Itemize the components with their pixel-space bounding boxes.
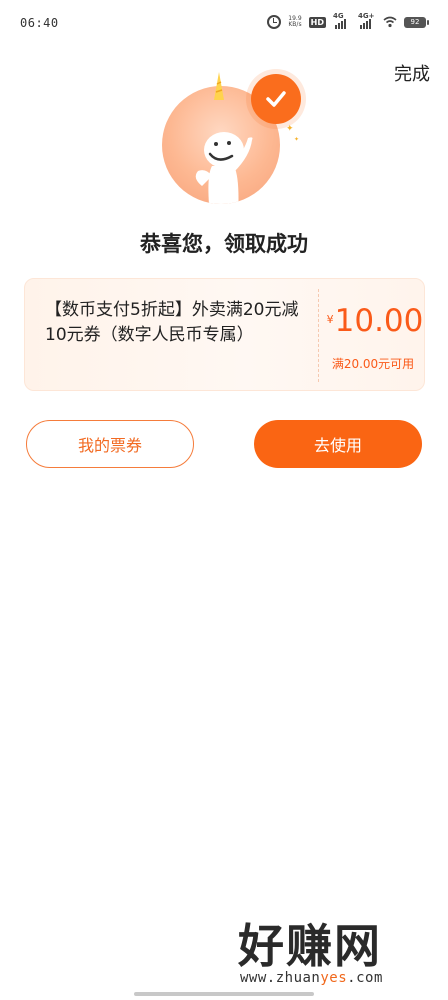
watermark-url-prefix: www.zhuan: [240, 970, 321, 986]
sparkle-icon: ✦: [294, 136, 300, 143]
currency-symbol: ¥: [326, 313, 334, 326]
unicorn-horn-icon: [214, 72, 224, 100]
coupon-divider: [318, 289, 319, 382]
check-icon: [266, 91, 286, 107]
status-time: 06:40: [20, 16, 59, 30]
success-title: 恭喜您，领取成功: [140, 232, 308, 256]
check-badge: [251, 74, 301, 124]
battery-icon: 92: [404, 16, 429, 28]
done-button[interactable]: 完成: [394, 60, 430, 86]
coupon-card[interactable]: 【数币支付5折起】外卖满20元减10元券（数字人民币专属） ¥10.00 满20…: [24, 278, 425, 391]
battery-level: 92: [410, 17, 420, 26]
success-illustration: ✦ ✦: [158, 70, 308, 205]
watermark-url-suffix: .com: [347, 970, 383, 986]
home-indicator[interactable]: [134, 992, 314, 996]
watermark-url: www.zhuanyes.com: [240, 970, 383, 986]
alarm-icon: [267, 15, 282, 29]
my-coupons-button[interactable]: 我的票券: [26, 420, 194, 468]
net-speed-unit: KB/s: [288, 21, 302, 28]
watermark-logo-text: 好赚网: [238, 919, 382, 973]
coupon-amount: 10.00: [334, 303, 424, 339]
signal-sim1-icon: 4G: [333, 12, 351, 29]
unicorn-mascot-icon: [195, 132, 253, 204]
coupon-condition: 满20.00元可用: [331, 357, 415, 371]
use-now-button[interactable]: 去使用: [254, 420, 422, 468]
status-icons: 19.9 KB/s HD 4G 4G+ 92: [267, 12, 429, 29]
coupon-price: ¥10.00: [325, 303, 425, 339]
net-speed: 19.9 KB/s: [288, 16, 301, 28]
coupon-title: 【数币支付5折起】外卖满20元减10元券（数字人民币专属）: [45, 300, 299, 345]
wifi-icon: [383, 16, 397, 28]
signal-sim2-icon: 4G+: [358, 12, 376, 29]
watermark: 好赚网 www.zhuanyes.com: [238, 910, 438, 990]
status-bar: 06:40 19.9 KB/s HD 4G 4G+ 92: [0, 0, 448, 44]
watermark-url-accent: yes: [320, 970, 348, 986]
sparkle-icon: ✦: [286, 124, 294, 134]
hd-badge: HD: [308, 16, 326, 28]
